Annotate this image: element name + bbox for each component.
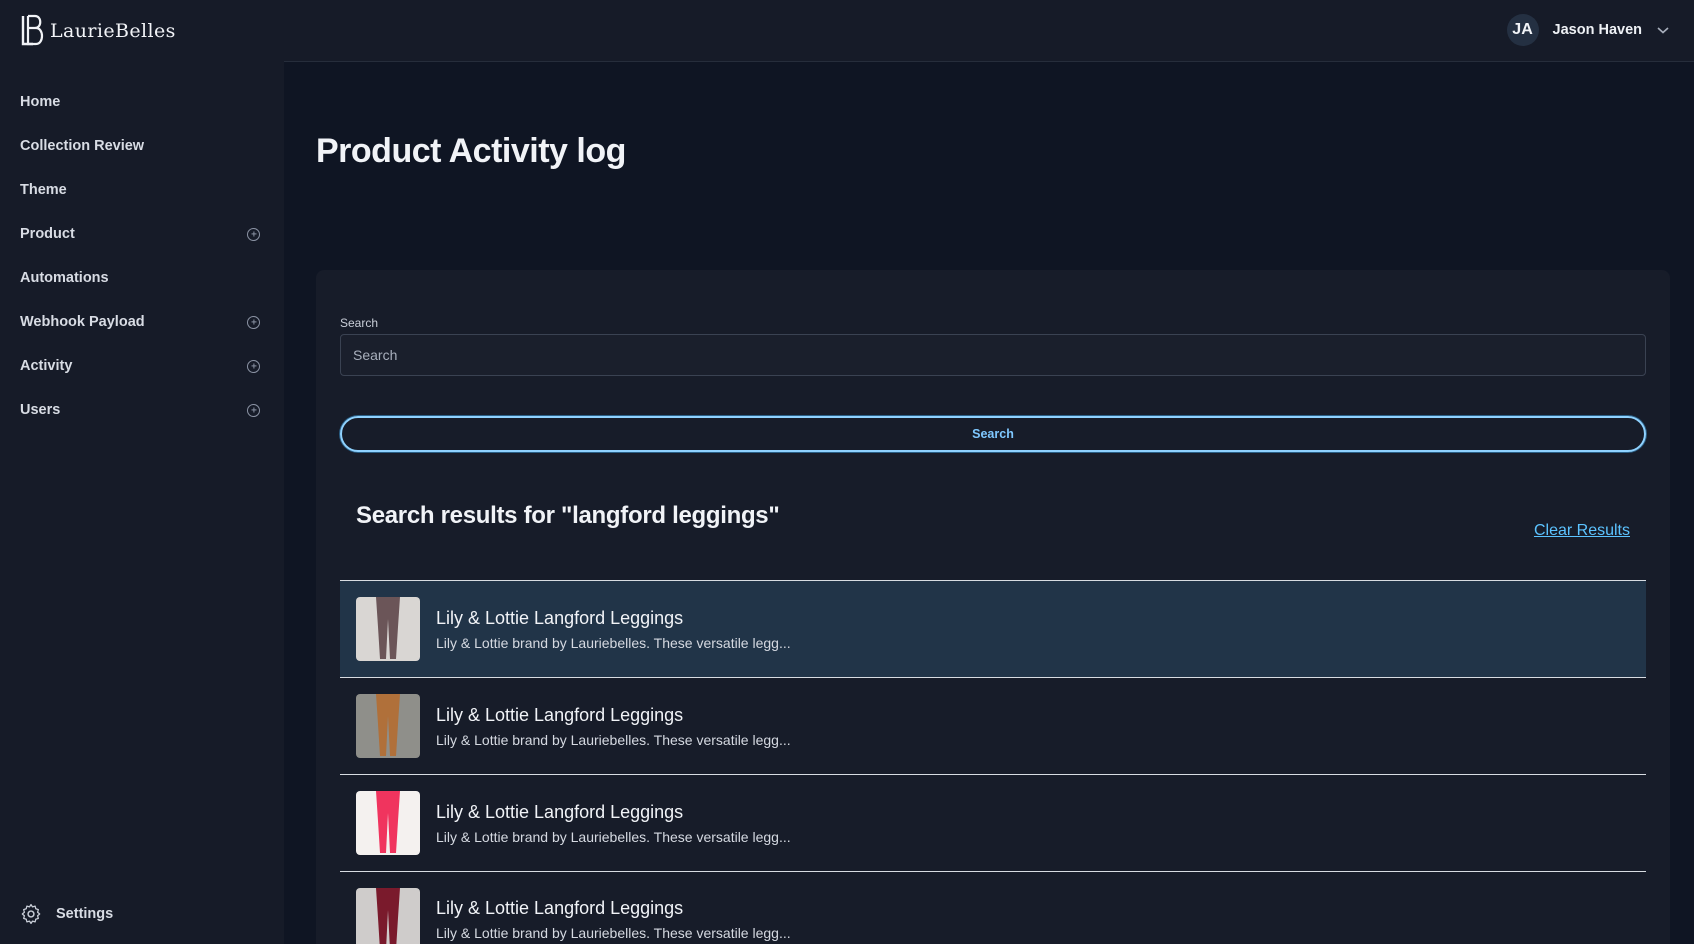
list-item[interactable]: Lily & Lottie Langford Leggings Lily & Lo…: [340, 774, 1646, 871]
product-title: Lily & Lottie Langford Leggings: [436, 704, 684, 725]
avatar[interactable]: JA: [1506, 14, 1539, 46]
expand-plus-icon[interactable]: [247, 227, 260, 241]
sidebar: LaurieBelles Home Collection Review Them…: [0, 0, 284, 944]
brand-name: LaurieBelles: [50, 20, 176, 42]
product-description: Lily & Lottie brand by Lauriebelles. The…: [436, 634, 791, 651]
sidebar-nav: Home Collection Review Theme Product Aut…: [0, 80, 284, 432]
search-panel: Search Search Search results for "langfo…: [316, 270, 1670, 944]
user-name[interactable]: Jason Haven: [1553, 22, 1642, 38]
sidebar-item-webhook-payload[interactable]: Webhook Payload: [0, 300, 284, 344]
sidebar-item-label: Activity: [20, 358, 73, 374]
sidebar-item-automations[interactable]: Automations: [0, 256, 284, 300]
user-menu[interactable]: JA Jason Haven: [1506, 13, 1670, 47]
sidebar-item-home[interactable]: Home: [0, 80, 284, 124]
sidebar-item-activity[interactable]: Activity: [0, 344, 284, 388]
search-input[interactable]: [340, 334, 1646, 376]
sidebar-item-collection-review[interactable]: Collection Review: [0, 124, 284, 168]
product-title: Lily & Lottie Langford Leggings: [436, 801, 684, 822]
settings-label: Settings: [56, 906, 114, 922]
sidebar-item-label: Webhook Payload: [20, 314, 145, 330]
sidebar-item-users[interactable]: Users: [0, 388, 284, 432]
search-button[interactable]: Search: [340, 416, 1646, 452]
product-description: Lily & Lottie brand by Lauriebelles. The…: [436, 731, 791, 748]
list-item[interactable]: Lily & Lottie Langford Leggings Lily & Lo…: [340, 871, 1646, 944]
brand-logo[interactable]: LaurieBelles: [20, 13, 176, 49]
sidebar-item-product[interactable]: Product: [0, 212, 284, 256]
list-item-text: Lily & Lottie Langford Leggings Lily & Lo…: [436, 705, 791, 748]
product-title: Lily & Lottie Langford Leggings: [436, 607, 684, 628]
product-thumbnail: [356, 597, 420, 661]
sidebar-item-theme[interactable]: Theme: [0, 168, 284, 212]
sidebar-item-label: Product: [20, 226, 75, 242]
list-item-text: Lily & Lottie Langford Leggings Lily & Lo…: [436, 898, 791, 941]
product-thumbnail: [356, 694, 420, 758]
product-thumbnail: [356, 887, 420, 944]
list-item-text: Lily & Lottie Langford Leggings Lily & Lo…: [436, 802, 791, 845]
gear-icon: [21, 903, 41, 924]
list-item-text: Lily & Lottie Langford Leggings Lily & Lo…: [436, 608, 791, 651]
search-label: Search: [340, 316, 379, 330]
top-bar: JA Jason Haven: [284, 0, 1694, 62]
sidebar-item-label: Collection Review: [20, 138, 145, 154]
list-item[interactable]: Lily & Lottie Langford Leggings Lily & Lo…: [340, 677, 1646, 774]
expand-plus-icon[interactable]: [247, 403, 260, 417]
sidebar-item-label: Automations: [20, 270, 109, 286]
page-title: Product Activity log: [316, 132, 626, 170]
product-thumbnail: [356, 791, 420, 855]
expand-plus-icon[interactable]: [247, 315, 260, 329]
chevron-down-icon[interactable]: [1656, 25, 1670, 35]
app-root: LaurieBelles Home Collection Review Them…: [0, 0, 1694, 944]
product-description: Lily & Lottie brand by Lauriebelles. The…: [436, 828, 791, 845]
sidebar-item-label: Theme: [20, 182, 67, 198]
sidebar-item-label: Home: [20, 94, 61, 110]
sidebar-item-label: Users: [20, 402, 61, 418]
list-item[interactable]: Lily & Lottie Langford Leggings Lily & Lo…: [340, 580, 1646, 677]
sidebar-item-settings[interactable]: Settings: [20, 900, 113, 928]
expand-plus-icon[interactable]: [247, 359, 260, 373]
product-title: Lily & Lottie Langford Leggings: [436, 898, 684, 918]
results-title: Search results for "langford leggings": [356, 502, 780, 529]
logo-icon: [21, 14, 44, 46]
product-description: Lily & Lottie brand by Lauriebelles. The…: [436, 925, 791, 941]
results-list: Lily & Lottie Langford Leggings Lily & Lo…: [340, 580, 1646, 944]
clear-results-link[interactable]: Clear Results: [1534, 522, 1630, 540]
